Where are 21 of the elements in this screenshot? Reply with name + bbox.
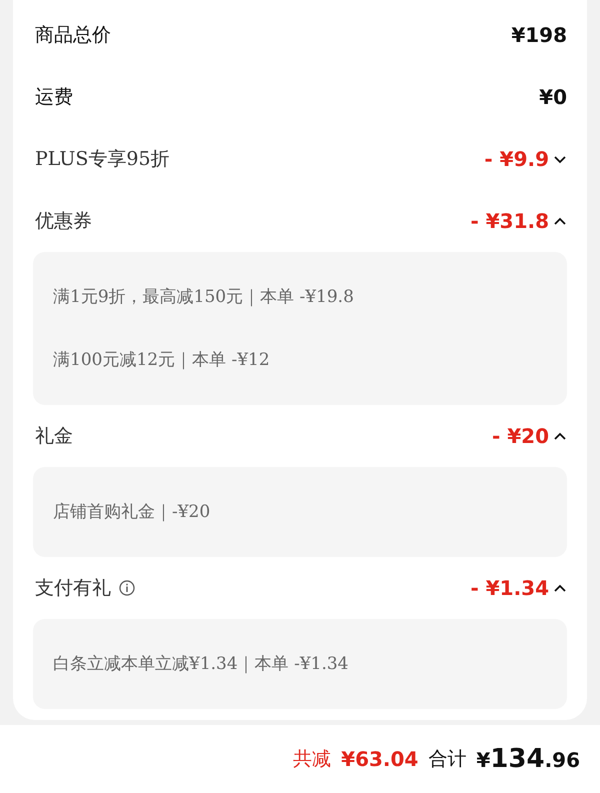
discount-detail: 店铺首购礼金｜-¥20: [53, 501, 212, 524]
discount-detail: 白条立减本单立减¥1.34｜本单 -¥1.34: [53, 653, 350, 676]
discount-amount: - ¥9.9: [484, 147, 549, 171]
row-label: 运费: [35, 85, 73, 110]
discount-amount: - ¥20: [492, 424, 549, 448]
saved-amount: ¥63.04: [341, 747, 418, 771]
total-label: 合计: [428, 747, 466, 772]
info-icon[interactable]: [119, 580, 135, 596]
discount-detail: 满1元9折，最高减150元｜本单 -¥19.8: [53, 286, 355, 309]
row-amount: ¥198: [511, 23, 567, 47]
discount-amount: - ¥1.34: [470, 576, 549, 600]
discount-amount: - ¥31.8: [470, 209, 549, 233]
saved-label: 共减: [293, 747, 332, 772]
discount-detail: 满100元减12元｜本单 -¥12: [53, 349, 271, 372]
row-label: PLUS专享95折: [35, 147, 170, 172]
row-label: 商品总价: [35, 23, 111, 48]
total-amount: ¥134.96: [476, 744, 580, 774]
row-label: 支付有礼: [35, 576, 111, 601]
row-label: 礼金: [35, 424, 73, 449]
row-amount: ¥0: [539, 85, 567, 109]
row-label: 优惠券: [35, 209, 92, 234]
